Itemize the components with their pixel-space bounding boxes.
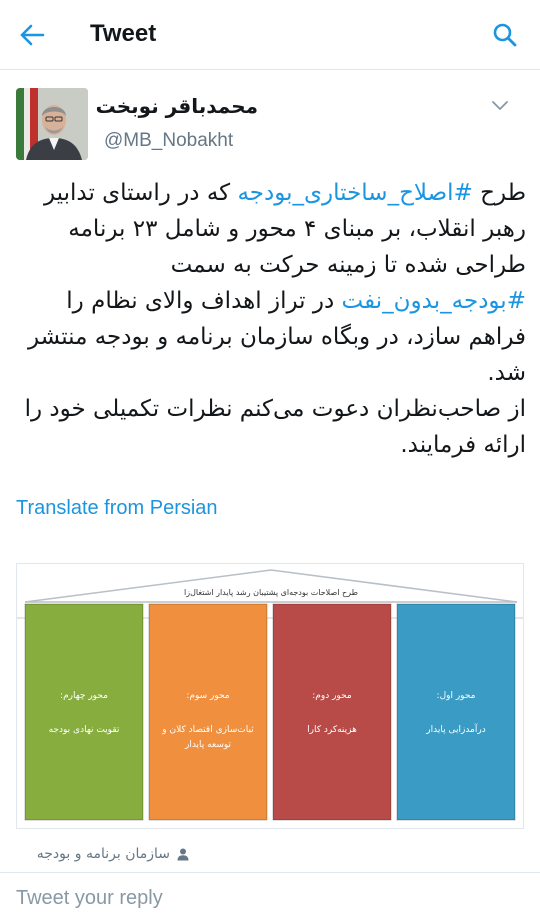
author-name[interactable]: محمدباقر نوبخت — [96, 94, 258, 118]
back-button[interactable] — [14, 18, 50, 52]
person-icon — [177, 848, 189, 861]
tweet-media-image[interactable]: طرح اصلاحات بودجه‌ای پشتیبان رشد پایدار … — [16, 563, 524, 829]
pillar-2-line1: هزینه‌کرد کارا — [307, 725, 357, 735]
pillar-1 — [396, 603, 516, 821]
search-icon — [493, 23, 517, 47]
hashtag-link[interactable]: #اصلاح_ساختاری_بودجه — [237, 180, 472, 206]
tweet-text: طرح #اصلاح_ساختاری_بودجه که در راستای تد… — [16, 175, 526, 463]
budget-reform-diagram: طرح اصلاحات بودجه‌ای پشتیبان رشد پایدار … — [17, 569, 523, 821]
pillar-1-heading: محور اول: — [437, 691, 476, 701]
search-button[interactable] — [488, 18, 522, 52]
pillar-4-line1: تقویت نهادی بودجه — [49, 725, 120, 735]
tweet-paragraph: از صاحب‌نظران دعوت می‌کنم نظرات تکمیلی خ… — [24, 396, 526, 458]
top-bar: Tweet — [0, 0, 540, 70]
pillar-3-line1: ثبات‌سازی اقتصاد کلان و — [161, 725, 254, 735]
roof-label: طرح اصلاحات بودجه‌ای پشتیبان رشد پایدار … — [184, 588, 358, 597]
reply-input[interactable] — [16, 885, 524, 911]
media-attribution[interactable]: سازمان برنامه و بودجه — [37, 846, 190, 862]
pillar-1-line1: درآمدزایی پایدار — [425, 723, 485, 735]
attribution-label: سازمان برنامه و بودجه — [36, 846, 170, 862]
chevron-down-icon — [492, 101, 508, 110]
pillar-2-heading: محور دوم: — [312, 691, 352, 701]
roof-outline — [24, 569, 518, 603]
author-handle[interactable]: @MB_Nobakht — [104, 130, 233, 152]
pillar-3-line2: توسعه پایدار — [184, 740, 232, 750]
page-title: Tweet — [90, 20, 157, 47]
pillar-3-heading: محور سوم: — [186, 691, 229, 701]
arrow-left-icon — [20, 24, 45, 46]
pillars-group: محور اول: درآمدزایی پایدار محور دوم: هزینه‌… — [24, 603, 516, 821]
pillar-4 — [24, 603, 144, 821]
pillar-2 — [272, 603, 392, 821]
tweet-paragraph: طرح #اصلاح_ساختاری_بودجه که در راستای تد… — [16, 175, 526, 391]
avatar[interactable] — [16, 88, 88, 160]
tweet-text-segment: طرح — [472, 180, 526, 206]
avatar-image — [16, 88, 88, 160]
reply-bar — [0, 872, 540, 921]
translate-link[interactable]: Translate from Persian — [16, 497, 218, 520]
pillar-4-heading: محور چهارم: — [60, 691, 108, 701]
pillar-3 — [148, 603, 268, 821]
tweet-menu-button[interactable] — [490, 96, 510, 116]
hashtag-link[interactable]: #بودجه_بدون_نفت — [342, 288, 526, 314]
